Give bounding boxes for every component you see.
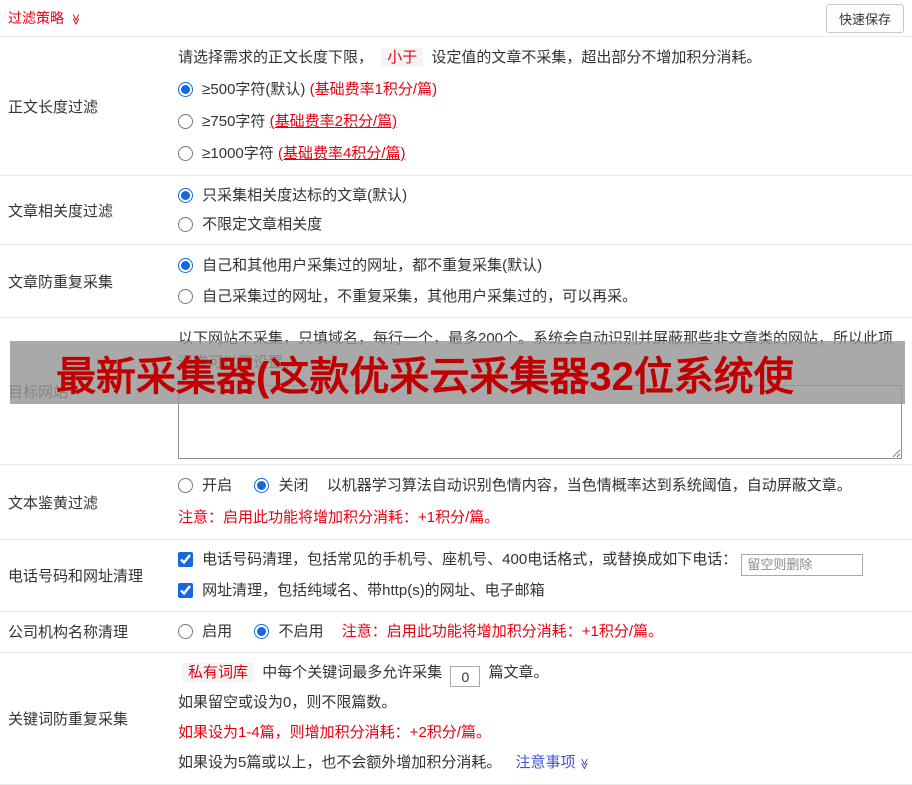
porn-filter-off-label: 关闭 [278,477,309,494]
dedupe-self-label: 自己采集过的网址，不重复采集，其他用户采集过的，可以再采。 [202,288,638,305]
relevance-option-strict[interactable]: 只采集相关度达标的文章(默认) [178,187,407,204]
company-clean-disable-radio[interactable] [254,623,270,639]
body-length-intro: 请选择需求的正文长度下限， 小于 设定值的文章不采集，超出部分不增加积分消耗。 [178,42,904,74]
keyword-limit-text: 中每个关键词最多允许采集 [262,663,443,681]
dedupe-option-global[interactable]: 自己和其他用户采集过的网址，都不重复采集(默认) [178,257,542,274]
length-option-750[interactable]: ≥750字符 (基础费率2积分/篇) [178,113,397,130]
row-label-company: 公司机构名称清理 [8,624,129,641]
keyword-note-cost: 如果设为1-4篇，则增加积分消耗：+2积分/篇。 [178,723,491,741]
length-750-radio[interactable] [178,114,193,129]
company-clean-disable-option[interactable]: 不启用 [254,623,327,640]
porn-filter-on-radio[interactable] [178,478,193,493]
chevron-down-icon: ≫ [69,13,82,26]
dedupe-self-radio[interactable] [178,289,193,304]
row-label-keyword: 关键词防重复采集 [8,710,129,728]
keyword-limit-text-end: 篇文章。 [488,663,549,681]
watermark-banner: 最新采集器(这款优采云采集器32位系统使 [10,341,905,404]
porn-filter-on-label: 开启 [202,477,233,494]
section-title-filter-strategy[interactable]: 过滤策略 ≫ [8,8,81,28]
row-relevance-filter: 文章相关度过滤 只采集相关度达标的文章(默认) 不限定文章相关度 [0,176,912,245]
company-clean-enable-radio[interactable] [178,623,193,639]
quick-save-button[interactable]: 快速保存 [825,3,904,33]
filter-settings-page: 过滤策略 ≫ 快速保存 正文长度过滤 请选择需求的正文长度下限， 小于 设定值的… [0,0,912,785]
porn-filter-off-option[interactable]: 关闭 [254,477,312,494]
length-option-1000[interactable]: ≥1000字符 (基础费率4积分/篇) [178,145,405,162]
row-phone-url-cleaning: 电话号码和网址清理 电话号码清理，包括常见的手机号、座机号、400电话格式，或替… [0,540,912,612]
relevance-any-radio[interactable] [178,217,193,232]
length-1000-label: ≥1000字符 [202,145,274,162]
section-title-text: 过滤策略 [8,10,64,26]
row-label-relevance: 文章相关度过滤 [8,202,114,220]
relevance-option-any[interactable]: 不限定文章相关度 [178,216,322,233]
url-clean-checkbox[interactable] [178,582,193,598]
row-dedupe-collection: 文章防重复采集 自己和其他用户采集过的网址，都不重复采集(默认) 自己采集过的网… [0,245,912,318]
row-keyword-dedupe: 关键词防重复采集 私有词库 中每个关键词最多允许采集 篇文章。 如果留空或设为0… [0,653,912,785]
intro-text-pre: 请选择需求的正文长度下限， [178,49,374,66]
keyword-count-input[interactable] [450,666,481,687]
url-clean-option[interactable]: 网址清理，包括纯域名、带http(s)的网址、电子邮箱 [178,582,545,599]
length-1000-fee-note: (基础费率4积分/篇) [277,145,406,162]
porn-filter-off-radio[interactable] [254,478,270,493]
dedupe-option-self[interactable]: 自己采集过的网址，不重复采集，其他用户采集过的，可以再采。 [178,288,637,305]
length-500-radio[interactable] [178,82,193,97]
phone-clean-checkbox[interactable] [178,552,193,567]
length-750-fee-note: (基础费率2积分/篇) [269,113,398,130]
topbar: 过滤策略 ≫ 快速保存 [0,0,912,37]
less-than-highlight: 小于 [381,48,424,67]
keyword-note-zero: 如果留空或设为0，则不限篇数。 [178,693,397,711]
company-clean-disable-label: 不启用 [278,622,324,640]
replacement-phone-input[interactable] [741,553,864,576]
company-clean-cost-note: 注意：启用此功能将增加积分消耗：+1积分/篇。 [341,622,663,640]
porn-filter-description: 以机器学习算法自动识别色情内容，当色情概率达到系统阈值，自动屏蔽文章。 [326,477,852,494]
relevance-strict-label: 只采集相关度达标的文章(默认) [202,187,408,204]
private-lexicon-link[interactable]: 私有词库 [182,662,255,682]
relevance-strict-radio[interactable] [178,188,193,203]
dedupe-global-radio[interactable] [178,258,193,273]
porn-filter-on-option[interactable]: 开启 [178,477,236,494]
phone-clean-label: 电话号码清理，包括常见的手机号、座机号、400电话格式，或替换成如下电话： [202,551,738,568]
length-500-label: ≥500字符(默认) [202,81,306,98]
row-label-body-length: 正文长度过滤 [8,98,99,116]
row-company-cleaning: 公司机构名称清理 启用 不启用 注意：启用此功能将增加积分消耗：+1积分/篇。 [0,612,912,653]
watermark-text: 最新采集器(这款优采云采集器32位系统使 [56,354,794,399]
row-label-phone-url: 电话号码和网址清理 [8,567,144,585]
length-1000-radio[interactable] [178,146,193,161]
row-porn-filter: 文本鉴黄过滤 开启 关闭 以机器学习算法自动识别色情内容，当色情概率达到系统阈值… [0,465,912,540]
phone-clean-option[interactable]: 电话号码清理，包括常见的手机号、座机号、400电话格式，或替换成如下电话： [178,551,741,568]
company-clean-enable-label: 启用 [202,622,233,640]
row-label-dedupe: 文章防重复采集 [8,273,114,291]
relevance-any-label: 不限定文章相关度 [202,216,323,233]
row-label-porn-filter: 文本鉴黄过滤 [8,494,99,512]
intro-text-post: 设定值的文章不采集，超出部分不增加积分消耗。 [431,49,762,66]
porn-filter-cost-note: 注意：启用此功能将增加积分消耗：+1积分/篇。 [178,509,500,526]
dedupe-global-label: 自己和其他用户采集过的网址，都不重复采集(默认) [202,257,543,274]
length-500-fee-note: (基础费率1积分/篇) [309,81,438,98]
company-clean-enable-option[interactable]: 启用 [178,623,236,640]
url-clean-label: 网址清理，包括纯域名、带http(s)的网址、电子邮箱 [202,581,545,599]
length-750-label: ≥750字符 [202,113,266,130]
row-body-length-filter: 正文长度过滤 请选择需求的正文长度下限， 小于 设定值的文章不采集，超出部分不增… [0,37,912,176]
length-option-500[interactable]: ≥500字符(默认) (基础费率1积分/篇) [178,81,437,98]
